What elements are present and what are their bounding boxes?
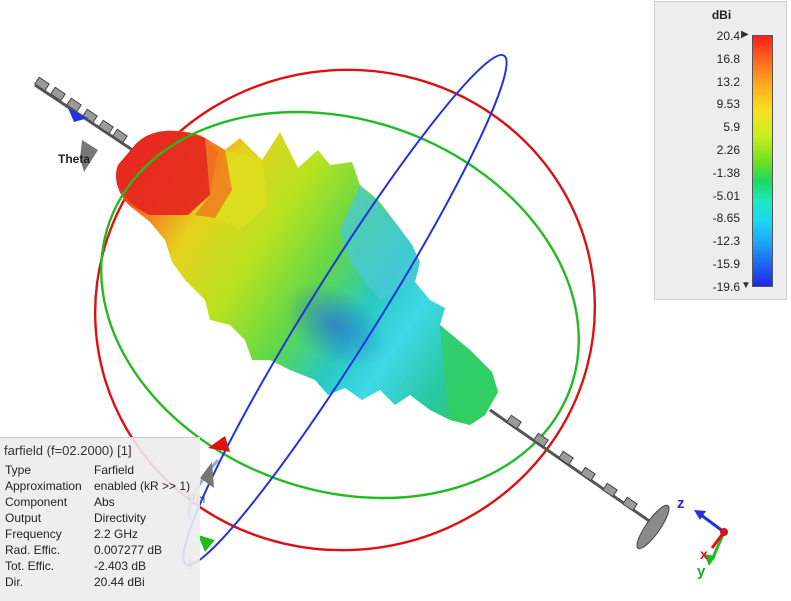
legend-unit: dBi <box>711 8 732 22</box>
info-row-value: enabled (kR >> 1) <box>94 479 191 493</box>
info-row-key: Component <box>5 495 68 509</box>
legend-tick-label: -19.6 <box>712 279 740 294</box>
legend-tick-label: 13.2 <box>716 74 740 89</box>
legend-tick-label: -5.01 <box>712 188 740 203</box>
farfield-info-panel: farfield (f=02.2000) [1] Type Farfield App… <box>0 437 200 601</box>
legend-tick-label: -8.65 <box>712 211 740 226</box>
legend-tick-label: 9.53 <box>716 97 740 112</box>
directivity-pattern <box>115 130 498 425</box>
info-row-value: 2.2 GHz <box>94 527 139 541</box>
info-row-value: Farfield <box>94 463 135 477</box>
legend-tick-label: 16.8 <box>716 51 740 66</box>
legend-max-arrow-icon: ▶ <box>741 29 749 40</box>
triad-x-label: x <box>700 546 708 562</box>
info-panel-title: farfield (f=02.2000) [1] <box>4 443 132 458</box>
legend-tick-label: 20.4 <box>716 29 740 43</box>
info-row-key: Dir. <box>5 575 23 589</box>
color-scale-legend: dBi 20.4 16.8 13.2 9.53 5.9 2.26 -1.38 -5.01 -8.… <box>654 1 787 300</box>
info-row-value: 20.44 dBi <box>94 575 145 589</box>
info-row-value: 0.007277 dB <box>94 543 163 557</box>
legend-tick-label: -1.38 <box>712 165 740 180</box>
legend-tick-label: -12.3 <box>712 234 740 249</box>
info-row-key: Frequency <box>5 527 62 541</box>
triad-z-label: z <box>677 495 685 512</box>
info-row-key: Output <box>5 511 42 525</box>
info-row-value: Directivity <box>94 511 147 525</box>
legend-tick-label: 2.26 <box>716 143 740 157</box>
theta-label: Theta <box>58 152 91 166</box>
triad-y-label: y <box>697 563 706 580</box>
color-scale-bar <box>752 35 773 287</box>
info-row-value: Abs <box>94 495 115 509</box>
info-row-value: -2.403 dB <box>94 559 147 573</box>
info-row-key: Tot. Effic. <box>5 559 55 573</box>
info-row-key: Approximation <box>5 479 82 493</box>
info-row-key: Rad. Effic. <box>5 543 61 557</box>
info-row-key: Type <box>5 463 32 477</box>
legend-tick-label: 5.9 <box>723 120 740 135</box>
legend-tick-label: -15.9 <box>712 257 740 271</box>
legend-min-arrow-icon: ▼ <box>741 280 751 291</box>
